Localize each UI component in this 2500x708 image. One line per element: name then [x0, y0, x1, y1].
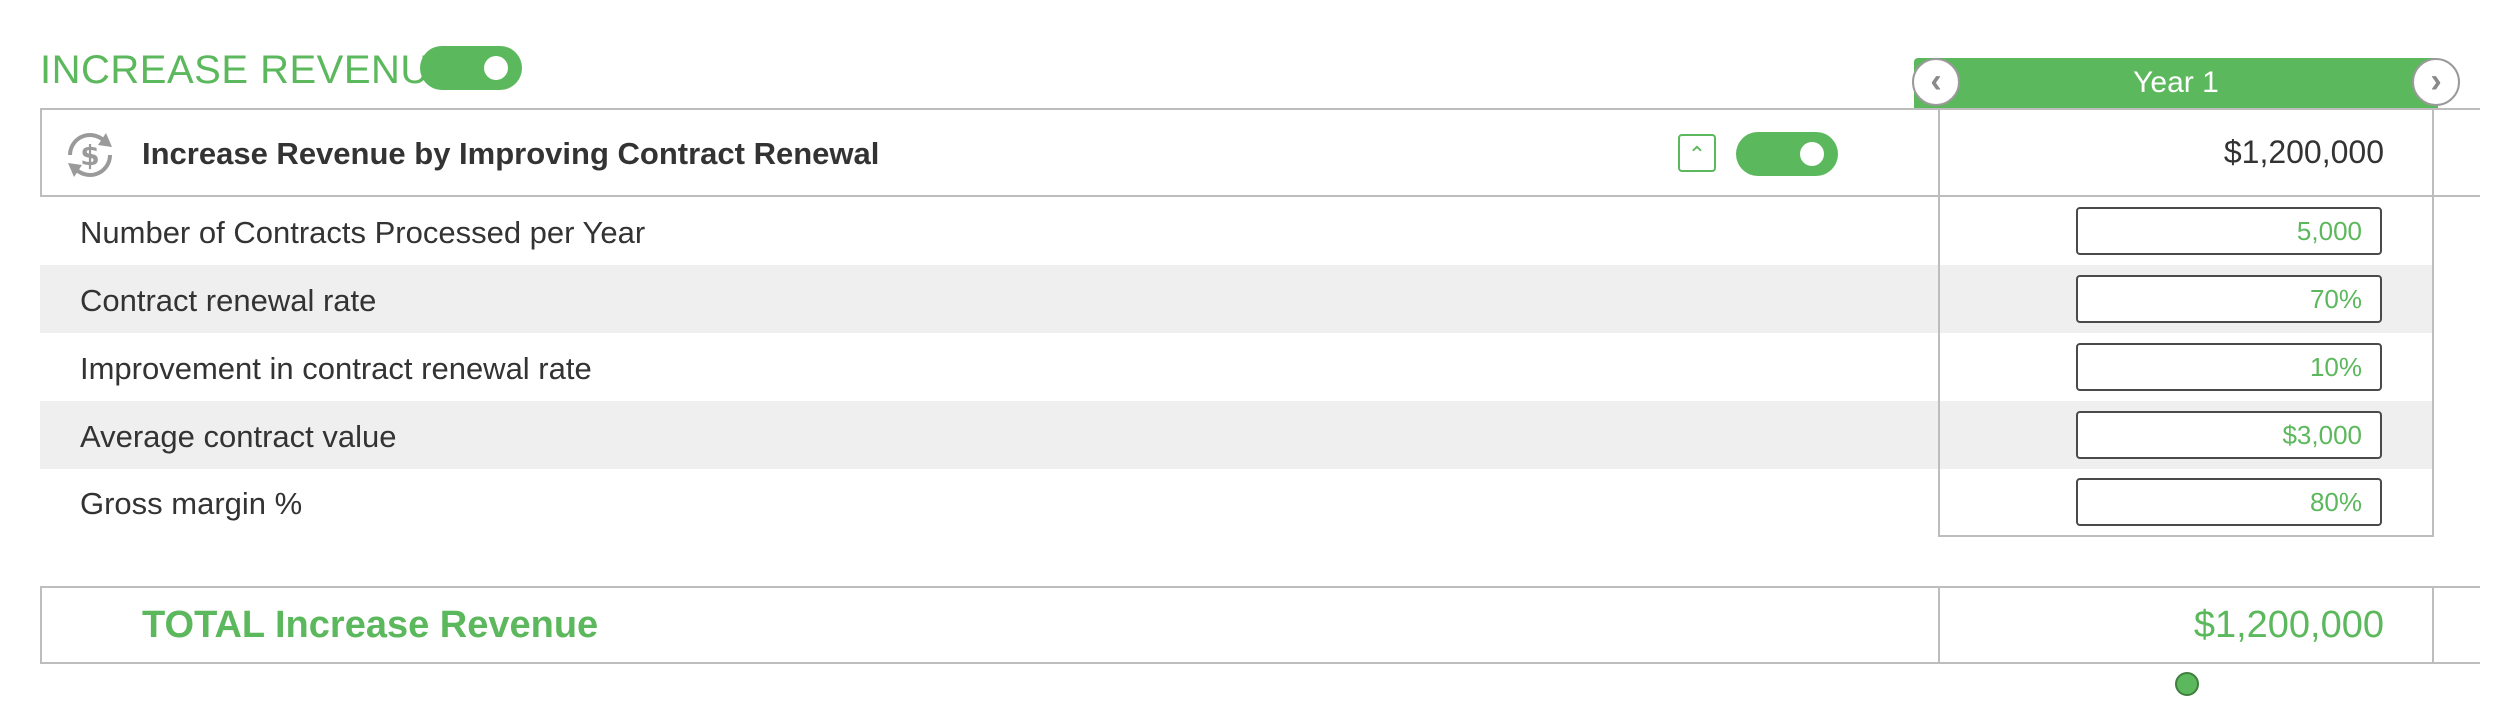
chevron-right-icon[interactable]: › [2412, 58, 2460, 106]
row-value-input[interactable]: 80% [2076, 478, 2382, 526]
row-label: Improvement in contract renewal rate [80, 351, 592, 386]
row-value-input[interactable]: 5,000 [2076, 207, 2382, 255]
chevron-up-icon[interactable]: ⌃ [1678, 134, 1716, 172]
total-label: TOTAL Increase Revenue [142, 604, 599, 646]
row-label: Contract renewal rate [80, 283, 377, 318]
table-row [40, 469, 2434, 537]
row-value-input[interactable]: 70% [2076, 275, 2382, 323]
column-divider [2432, 586, 2434, 664]
row-label: Number of Contracts Processed per Year [80, 215, 646, 250]
item-title: Increase Revenue by Improving Contract R… [142, 136, 880, 171]
drag-handle[interactable] [2175, 672, 2199, 696]
row-label: Average contract value [80, 419, 397, 454]
total-value: $1,200,000 [2193, 604, 2384, 646]
row-value-input[interactable]: 10% [2076, 343, 2382, 391]
item-year-value: $1,200,000 [2223, 134, 2384, 170]
item-toggle[interactable] [1736, 132, 1838, 176]
chevron-left-icon[interactable]: ‹ [1912, 58, 1960, 106]
year-header: Year 1 [1914, 58, 2438, 108]
column-divider [2432, 197, 2434, 537]
column-divider [1938, 197, 1940, 537]
svg-text:$: $ [80, 139, 99, 172]
dollar-cycle-icon: $ [60, 125, 120, 185]
row-label: Gross margin % [80, 486, 303, 521]
section-toggle[interactable] [420, 46, 522, 90]
table-row [40, 265, 2434, 333]
toggle-knob [1800, 142, 1824, 166]
section-title: INCREASE REVENUE [40, 48, 457, 92]
toggle-knob [484, 56, 508, 80]
table-row [40, 401, 2434, 469]
row-value-input[interactable]: $3,000 [2076, 411, 2382, 459]
